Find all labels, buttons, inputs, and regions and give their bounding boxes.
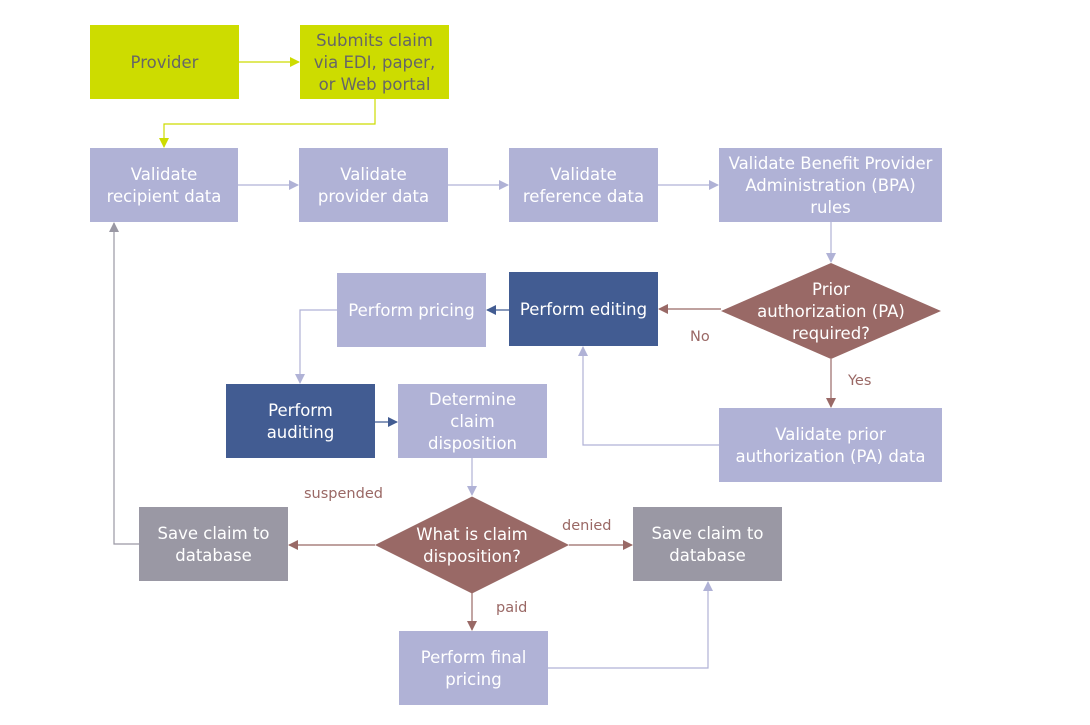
process-box <box>90 148 238 222</box>
node-label: Perform editing <box>520 300 647 319</box>
node-label-line: What is claim <box>416 525 527 544</box>
node-label-line: Perform <box>268 401 333 420</box>
node-label: Perform pricing <box>348 301 474 320</box>
node-label-line: authorization (PA) <box>757 302 905 321</box>
node-label-line: Perform editing <box>520 300 647 319</box>
highlight-box <box>226 384 375 458</box>
node-label-line: database <box>669 546 746 565</box>
node-val-bpa: Validate Benefit Provider Administration … <box>719 148 942 222</box>
node-label-line: Determine <box>429 390 516 409</box>
node-val-pa: Validate prior authorization (PA) data <box>719 408 942 482</box>
edge-validate-pa-to-editing <box>578 346 719 446</box>
process-box <box>399 631 548 705</box>
node-label-line: provider data <box>318 187 429 206</box>
node-label-line: Perform pricing <box>348 301 474 320</box>
node-label-line: Save claim to <box>158 524 270 543</box>
edge-label-paid: paid <box>496 600 527 616</box>
node-label-line: reference data <box>523 187 644 206</box>
process-box <box>509 148 658 222</box>
node-label-line: Validate Benefit Provider <box>729 154 933 173</box>
node-label-line: claim <box>450 412 494 431</box>
edge-pricing-to-auditing <box>295 309 337 384</box>
node-save-denied: Save claim to database <box>633 507 782 581</box>
node-label-line: authorization (PA) data <box>735 447 925 466</box>
node-auditing: Perform auditing <box>226 384 375 458</box>
node-label-line: Administration (BPA) <box>745 176 915 195</box>
node-label-line: Validate prior <box>775 425 886 444</box>
process-box <box>719 408 942 482</box>
node-label: Provider <box>131 53 199 72</box>
process-box <box>299 148 448 222</box>
decision-diamond <box>375 496 569 594</box>
edge-label-no: No <box>690 329 710 345</box>
node-label-line: Validate <box>550 165 617 184</box>
node-provider: Provider <box>90 25 239 99</box>
node-pricing: Perform pricing <box>337 273 486 347</box>
node-label-line: or Web portal <box>319 75 431 94</box>
node-label: Submits claim via EDI, paper, or Web porta… <box>314 31 435 94</box>
node-determine: Determine claim disposition <box>398 384 547 458</box>
node-val-provider: Validate provider data <box>299 148 448 222</box>
node-label-line: auditing <box>267 423 335 442</box>
node-label-line: Save claim to <box>652 524 764 543</box>
node-val-recipient: Validate recipient data <box>90 148 238 222</box>
node-label-line: Provider <box>131 53 199 72</box>
node-label-line: Validate <box>340 165 407 184</box>
node-label-line: pricing <box>445 670 501 689</box>
storage-box <box>633 507 782 581</box>
node-label-line: via EDI, paper, <box>314 53 435 72</box>
node-label-line: disposition? <box>423 547 521 566</box>
node-final-pricing: Perform final pricing <box>399 631 548 705</box>
edge-label-yes: Yes <box>847 373 871 389</box>
flowchart-canvas: No Yes suspended denied paid Provider Sub… <box>90 25 942 705</box>
node-label-line: disposition <box>428 434 517 453</box>
node-pa-required: Prior authorization (PA) required? <box>721 263 941 359</box>
edge-final-pricing-to-save-denied <box>548 581 713 669</box>
node-label-line: required? <box>792 324 870 343</box>
edge-label-denied: denied <box>562 518 611 534</box>
storage-box <box>139 507 288 581</box>
node-label-line: rules <box>810 198 851 217</box>
node-disposition: What is claim disposition? <box>375 496 569 594</box>
node-save-suspended: Save claim to database <box>139 507 288 581</box>
node-label-line: Validate <box>131 165 198 184</box>
node-label-line: Prior <box>812 280 850 299</box>
node-label-line: recipient data <box>107 187 222 206</box>
node-label-line: database <box>175 546 252 565</box>
node-submit: Submits claim via EDI, paper, or Web porta… <box>300 25 449 99</box>
node-val-reference: Validate reference data <box>509 148 658 222</box>
edge-submit-to-validate-recipient <box>159 99 376 148</box>
edge-save-suspended-to-validate-recipient <box>109 222 139 545</box>
edge-label-suspended: suspended <box>304 486 383 502</box>
node-label-line: Submits claim <box>316 31 433 50</box>
node-editing: Perform editing <box>509 272 658 346</box>
node-label-line: Perform final <box>421 648 527 667</box>
